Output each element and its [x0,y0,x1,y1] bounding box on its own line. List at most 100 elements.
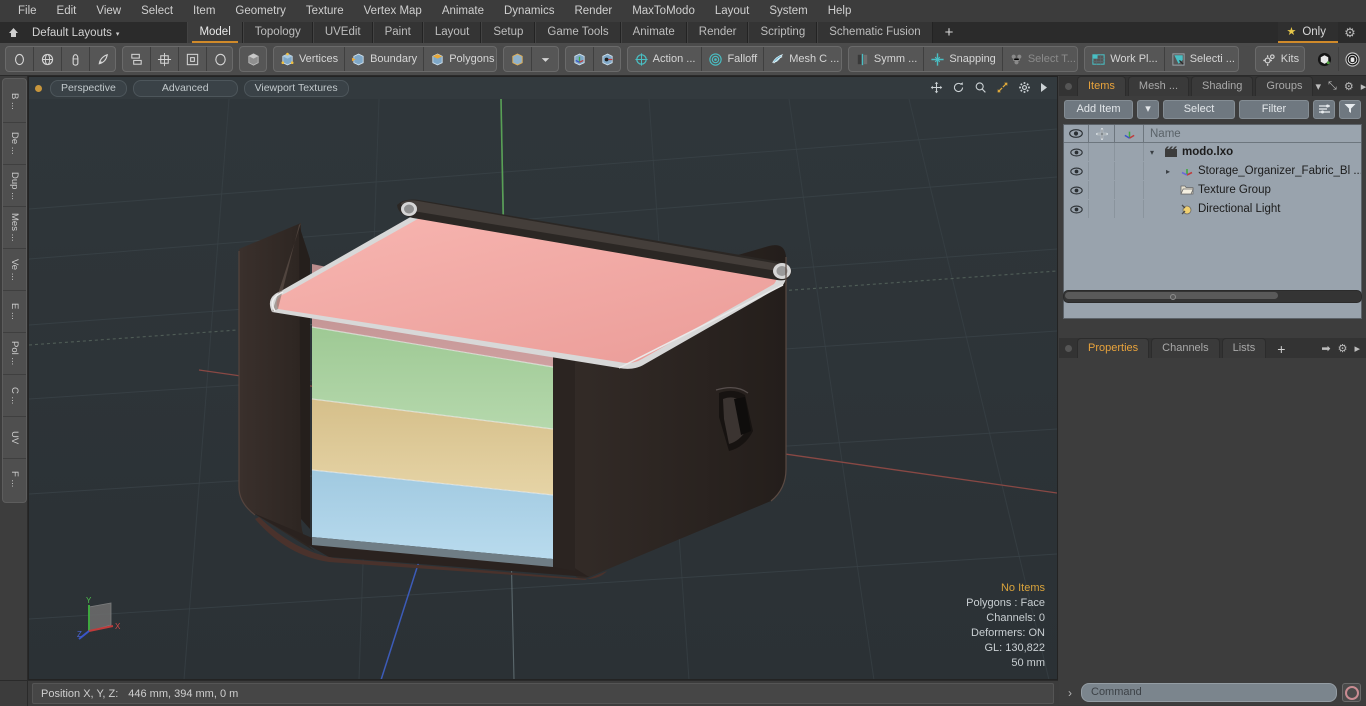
toolbar-button-falloff[interactable]: Falloff [702,47,765,71]
item-name-cell[interactable]: Directional Light [1144,202,1361,216]
toolbar-button-sphere[interactable] [34,47,62,71]
properties-menu-dot[interactable] [1065,345,1072,352]
left-tool-tab-polygon[interactable]: Pol ... [3,333,26,375]
layout-tab-schematic-fusion[interactable]: Schematic Fusion [817,22,933,43]
lock-cell[interactable] [1089,143,1115,161]
toolbar-button-teardrop[interactable] [90,47,115,71]
layout-tab-uvedit[interactable]: UVEdit [312,22,373,43]
panel-tab-items[interactable]: Items [1077,76,1126,96]
toolbar-button-unreal-logo[interactable] [1339,47,1365,71]
panel-tab-lists[interactable]: Lists [1221,338,1267,358]
toolbar-button-symm[interactable]: Symm ... [849,47,925,71]
toolbar-button-boundary[interactable]: Boundary [345,47,425,71]
lock-cell[interactable] [1089,162,1115,180]
viewport-3d[interactable]: Perspective Advanced Viewport Textures N… [28,76,1058,680]
menu-item-help[interactable]: Help [818,0,862,22]
toolbar-button-center[interactable] [151,47,179,71]
expander-icon[interactable]: ▾ [1150,148,1160,157]
layout-selector[interactable]: Default Layouts ▾ [26,27,125,39]
eye-icon[interactable] [1064,200,1089,218]
eye-icon[interactable] [1064,162,1089,180]
layout-tab-layout[interactable]: Layout [422,22,482,43]
menu-item-maxtomodo[interactable]: MaxToModo [622,0,705,22]
left-tool-tab-curve[interactable]: C ... [3,375,26,417]
panel-menu-dot[interactable] [1065,83,1072,90]
command-input[interactable]: Command [1081,683,1337,702]
gear-icon[interactable]: ⚙ [1344,80,1354,93]
menu-item-texture[interactable]: Texture [296,0,354,22]
toolbar-button-circle[interactable] [207,47,232,71]
item-name-cell[interactable]: ▾ modo.lxo [1144,145,1361,159]
axis-cell[interactable] [1115,181,1144,199]
layout-tab-render[interactable]: Render [686,22,749,43]
menu-item-edit[interactable]: Edit [47,0,87,22]
menu-item-layout[interactable]: Layout [705,0,760,22]
viewport-textures-button[interactable]: Viewport Textures [243,79,349,97]
menu-item-system[interactable]: System [759,0,817,22]
left-tool-tab-vertex[interactable]: Ve ... [3,249,26,291]
menu-item-render[interactable]: Render [564,0,622,22]
item-name-cell[interactable]: Texture Group [1144,183,1361,197]
panel-tab-properties[interactable]: Properties [1077,338,1150,358]
menu-item-dynamics[interactable]: Dynamics [494,0,564,22]
axis-cell[interactable] [1115,200,1144,218]
toolbar-button-square[interactable] [179,47,207,71]
toolbar-button-modo-logo[interactable] [1311,47,1340,71]
list-icon[interactable] [1313,99,1335,119]
layout-tab-setup[interactable]: Setup [481,22,536,43]
toolbar-button-select-t[interactable]: Select T... [1003,47,1077,71]
toolbar-button-mesh-c[interactable]: Mesh C ... [764,47,841,71]
item-name-cell[interactable]: ▸ Storage_Organizer_Fabric_Bl ... [1144,164,1361,178]
scrollbar-thumb[interactable] [1065,292,1278,300]
menu-item-file[interactable]: File [8,0,47,22]
axis-icon[interactable] [1115,125,1144,142]
toolbar-button-capsule[interactable] [62,47,90,71]
gear-icon[interactable]: ⚙ [1338,342,1348,355]
toolbar-button-work-pl[interactable]: Work Pl... [1085,47,1165,71]
chevron-right-icon[interactable]: ▸ [1361,80,1366,93]
menu-item-item[interactable]: Item [183,0,225,22]
toolbar-button-axis-cube-a[interactable] [566,47,594,71]
panel-tab-groups[interactable]: Groups [1255,76,1314,96]
menu-item-vertex-map[interactable]: Vertex Map [354,0,432,22]
add-item-dropdown[interactable]: ▾ [1137,99,1159,119]
chevron-down-icon[interactable]: ▾ [1315,80,1321,93]
layout-tab-model[interactable]: Model [187,22,243,43]
left-tool-tab-uv[interactable]: UV [3,417,26,459]
left-tool-tab-deform[interactable]: De ... [3,123,26,165]
item-list-hscrollbar[interactable] [1063,290,1362,303]
expand-icon[interactable]: ➡ [1321,342,1330,355]
layout-tab-game-tools[interactable]: Game Tools [535,22,621,43]
menu-item-view[interactable]: View [86,0,131,22]
left-tool-tab-mesh-edit[interactable]: Mes ... [3,207,26,249]
eye-icon[interactable] [1064,143,1089,161]
gear-icon[interactable] [1018,81,1031,96]
gear-icon[interactable]: ⚙ [1338,25,1362,41]
menu-item-select[interactable]: Select [131,0,183,22]
lock-cell[interactable] [1089,200,1115,218]
add-properties-tab-button[interactable]: + [1268,340,1294,358]
toolbar-button-action[interactable]: Action ... [628,47,703,71]
left-tool-tab-duplicate[interactable]: Dup ... [3,165,26,207]
add-item-button[interactable]: Add Item [1064,99,1133,119]
lock-icon[interactable] [1089,125,1115,142]
play-icon[interactable] [1040,82,1049,95]
add-layout-tab-button[interactable]: + [933,23,966,43]
item-row[interactable]: Texture Group [1064,181,1361,200]
viewport-shading-button[interactable]: Advanced [132,79,238,97]
lock-cell[interactable] [1089,181,1115,199]
panel-tab-channels[interactable]: Channels [1151,338,1220,358]
move-icon[interactable] [930,81,943,96]
home-icon[interactable] [0,22,26,43]
left-tool-tab-fusion[interactable]: F ... [3,459,26,500]
toolbar-button-axis-cube-b[interactable] [594,47,620,71]
viewport-projection-button[interactable]: Perspective [50,79,127,97]
toolbar-button-cube[interactable] [504,47,532,71]
toolbar-button-polygons[interactable]: Polygons [424,47,496,71]
left-tool-tab-basic[interactable]: B ... [3,81,26,123]
layout-tab-topology[interactable]: Topology [242,22,313,43]
only-toggle-button[interactable]: ★ Only [1278,22,1338,43]
viewport-canvas[interactable]: No Items Polygons : Face Channels: 0 Def… [29,99,1057,679]
panel-tab-shading[interactable]: Shading [1191,76,1254,96]
item-row[interactable]: Directional Light [1064,200,1361,219]
